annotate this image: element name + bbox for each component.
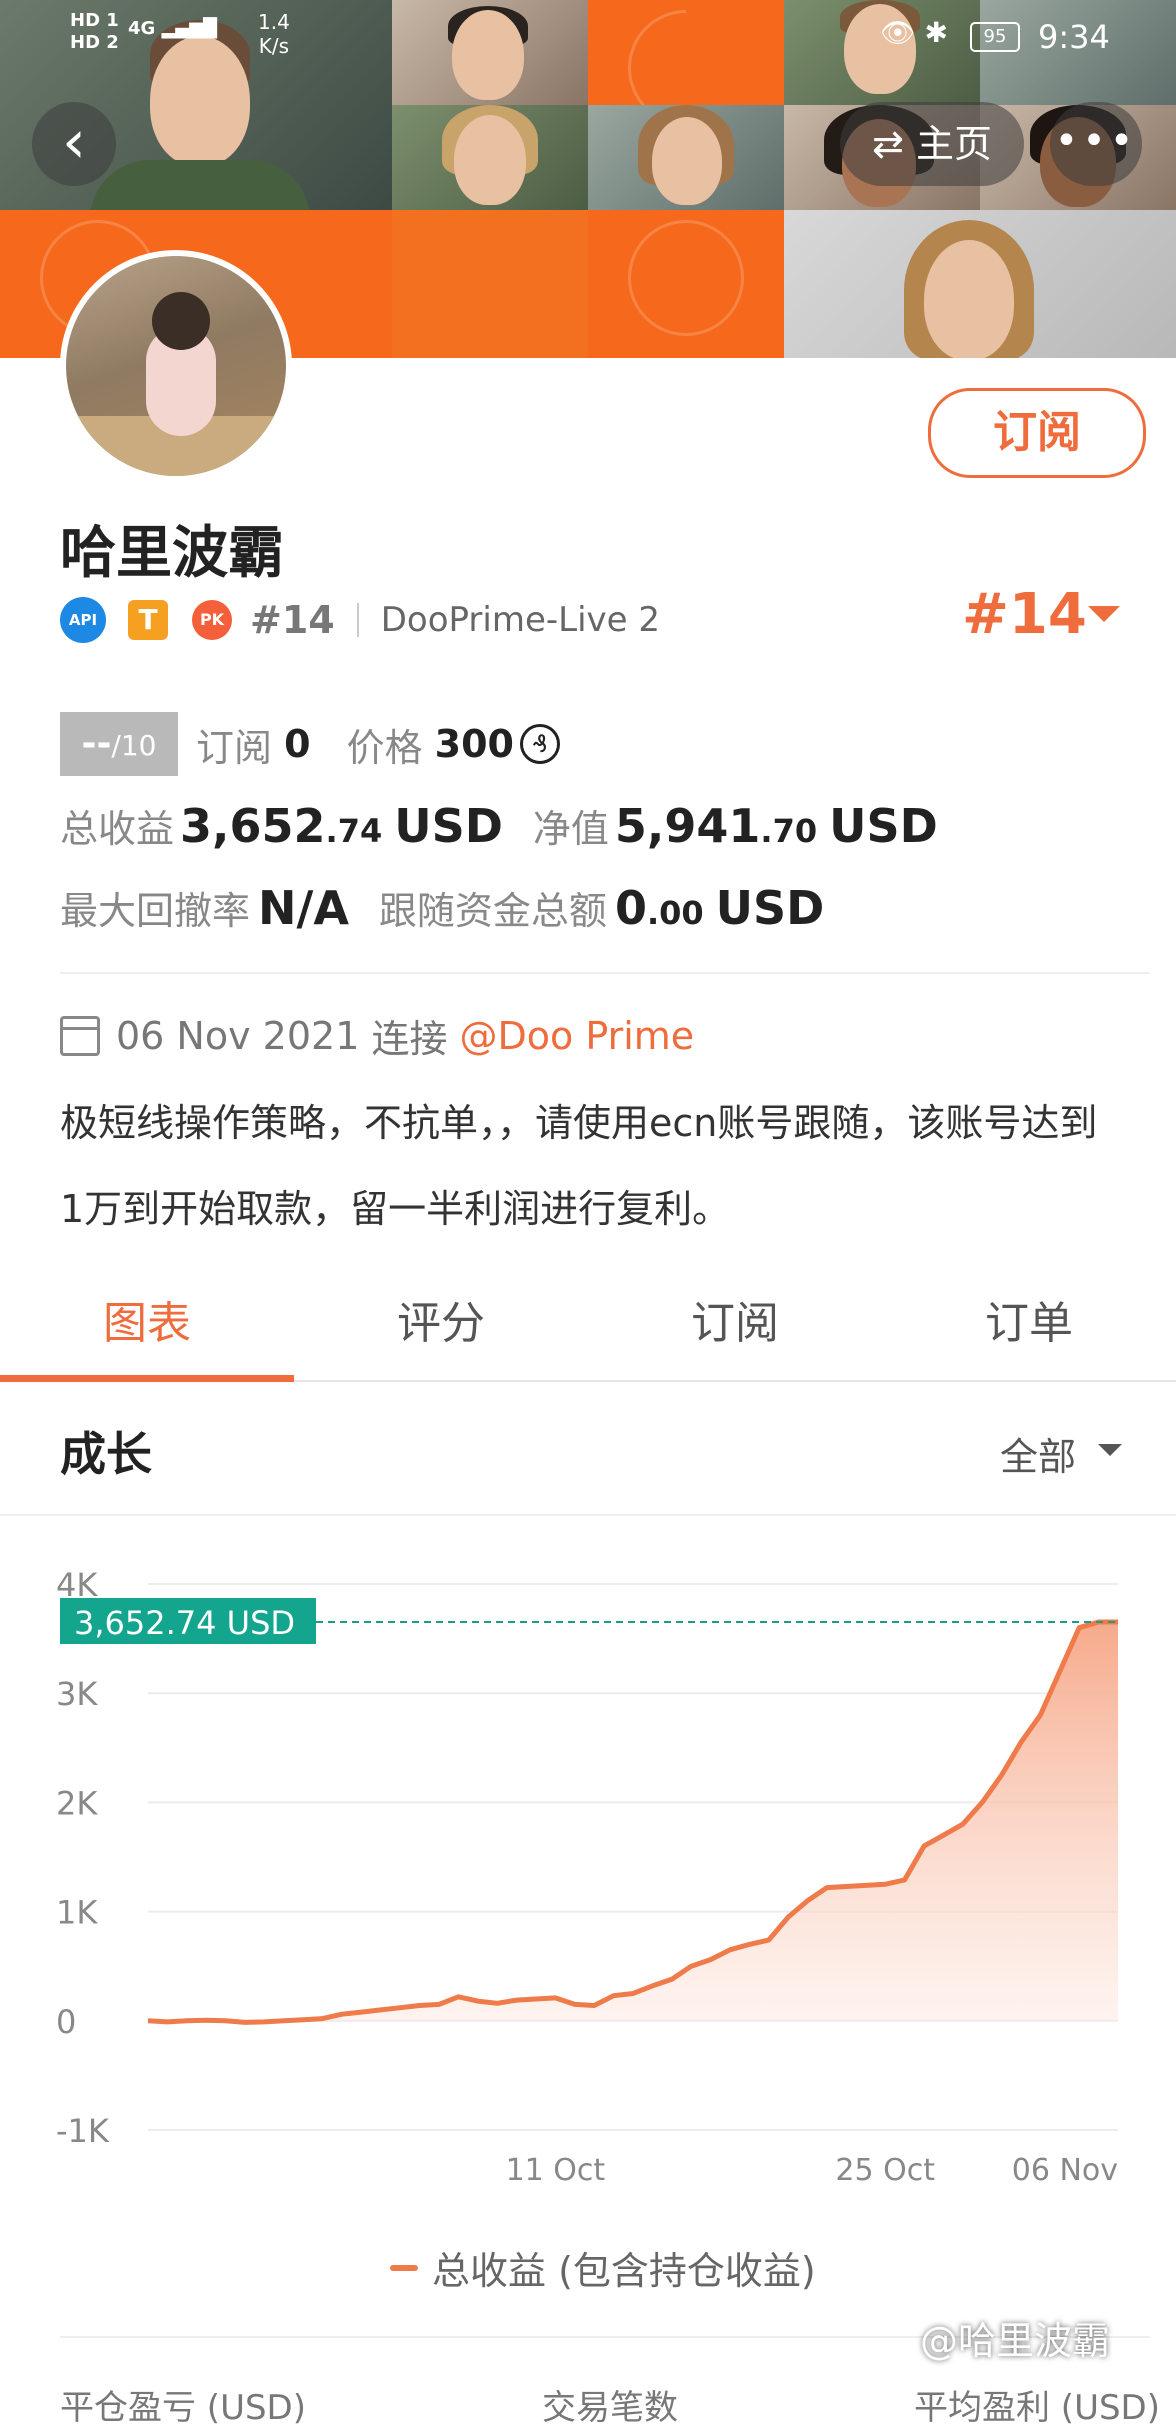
stats-row-score: --/10 订阅 0 价格 300 ₰ — [60, 712, 560, 776]
tab-orders[interactable]: 订单 — [882, 1272, 1176, 1380]
banner-pattern — [392, 210, 588, 358]
rank-small: #14 — [250, 598, 335, 642]
y-tick-label: 1K — [56, 1894, 98, 1932]
summary-labels: 平仓盈亏 (USD) 交易笔数 平均盈利 (USD) — [60, 2380, 1160, 2429]
trader-name: 哈里波霸 — [60, 521, 284, 586]
pk-badge-icon[interactable]: PK — [192, 600, 232, 640]
network-speed: 1.4 K/s — [258, 10, 290, 58]
summary-label: 平均盈利 (USD) — [914, 2388, 1160, 2428]
date-row: 06 Nov 2021 连接 @Doo Prime — [60, 1008, 694, 1063]
total-profit-value: 3,652 — [180, 799, 326, 853]
coin-icon: ₰ — [520, 724, 560, 764]
stats-row-profit: 总收益 3,652.74 USD 净值 5,941.70 USD — [60, 799, 938, 853]
avatar[interactable] — [60, 250, 292, 482]
stats-row-drawdown: 最大回撤率 N/A 跟随资金总额 0.00 USD — [60, 881, 825, 935]
server-name: DooPrime-Live 2 — [380, 600, 661, 640]
max-drawdown-label: 最大回撤率 — [60, 889, 251, 933]
summary-label: 交易笔数 — [542, 2388, 678, 2428]
banner-photo — [588, 105, 784, 210]
back-button[interactable]: ‹ — [32, 102, 116, 186]
calendar-icon — [60, 1015, 100, 1056]
signal-icon: 4G ▂▄▆█ — [128, 18, 217, 39]
banner-photo — [392, 105, 588, 210]
battery-icon: 95 — [970, 22, 1020, 52]
legend-label: 总收益 (包含持仓收益) — [432, 2249, 816, 2293]
caret-down-icon[interactable] — [1098, 1444, 1122, 1456]
y-tick-label: 0 — [56, 2003, 76, 2041]
max-drawdown-value: N/A — [258, 881, 349, 935]
broker-link[interactable]: @Doo Prime — [460, 1014, 695, 1058]
total-profit-label: 总收益 — [60, 807, 175, 851]
divider — [60, 972, 1150, 974]
y-tick-label: -1K — [56, 2112, 110, 2150]
subscribe-count-label: 订阅 — [196, 725, 273, 770]
subscribe-count: 0 — [284, 722, 311, 766]
x-tick-label: 06 Nov — [1012, 2153, 1118, 2188]
legend-swatch — [390, 2264, 418, 2271]
divider — [356, 603, 359, 637]
chevron-left-icon: ‹ — [62, 107, 86, 177]
status-bar: HD 1 HD 2 4G ▂▄▆█ 1.4 K/s 👁 ✱ 95 9:34 — [0, 0, 1176, 70]
banner-pattern — [588, 210, 784, 358]
follow-total-value: 0 — [614, 881, 647, 935]
score-badge: --/10 — [60, 712, 178, 776]
equity-value: 5,941 — [614, 799, 761, 853]
equity-label: 净值 — [532, 807, 609, 851]
growth-chart[interactable]: 4K3K2K1K0-1K11 Oct 25 Oct 06 Nov3,652.74 U… — [0, 1540, 1176, 2200]
more-button[interactable]: ••• — [1050, 102, 1142, 186]
subscribe-button[interactable]: 订阅 — [928, 388, 1146, 478]
swap-icon: ⇄ — [872, 122, 904, 166]
sim-indicator: HD 1 HD 2 — [70, 10, 119, 53]
range-dropdown[interactable]: 全部 — [1000, 1426, 1076, 1481]
caret-down-icon[interactable] — [1088, 606, 1120, 622]
chart-legend: 总收益 (包含持仓收益) — [390, 2240, 816, 2295]
summary-label: 平仓盈亏 (USD) — [60, 2388, 306, 2428]
price-value: 300 — [434, 722, 514, 766]
join-date: 06 Nov 2021 — [116, 1013, 360, 1058]
clock: 9:34 — [1038, 18, 1110, 56]
x-tick-label: 11 Oct — [506, 2153, 606, 2188]
y-tick-label: 2K — [56, 1784, 98, 1822]
rank-dropdown[interactable]: #14 — [962, 582, 1087, 647]
api-badge-icon: API — [60, 597, 106, 643]
home-button[interactable]: ⇄ 主页 — [840, 102, 1024, 186]
more-dots-icon: ••• — [1054, 118, 1138, 164]
tab-bar: 图表 评分 订阅 订单 — [0, 1272, 1176, 1382]
strategy-description: 极短线操作策略，不抗单，，请使用ecn账号跟随，该账号达到1万到开始取款，留一半… — [60, 1101, 1098, 1231]
price-label: 价格 — [346, 725, 423, 770]
series-area — [148, 1622, 1118, 2023]
x-tick-label: 25 Oct — [835, 2153, 935, 2188]
y-tick-label: 3K — [56, 1675, 98, 1713]
badge-row: API T PK #14 DooPrime-Live 2 — [60, 596, 660, 644]
banner-photo — [784, 210, 1176, 358]
t-badge-icon: T — [128, 600, 168, 640]
eye-bluetooth-icons: 👁 ✱ — [880, 16, 948, 49]
home-label: 主页 — [915, 122, 992, 166]
tab-subscription[interactable]: 订阅 — [588, 1272, 882, 1380]
watermark: @哈里波霸 — [920, 2319, 1111, 2363]
follow-total-label: 跟随资金总额 — [378, 889, 607, 933]
tab-chart[interactable]: 图表 — [0, 1272, 294, 1382]
current-value-label: 3,652.74 USD — [74, 1604, 295, 1642]
tab-rating[interactable]: 评分 — [294, 1272, 588, 1380]
growth-section-header: 成长 全部 — [0, 1380, 1176, 1516]
section-title: 成长 — [60, 1427, 152, 1481]
connect-label: 连接 — [371, 1017, 448, 1061]
